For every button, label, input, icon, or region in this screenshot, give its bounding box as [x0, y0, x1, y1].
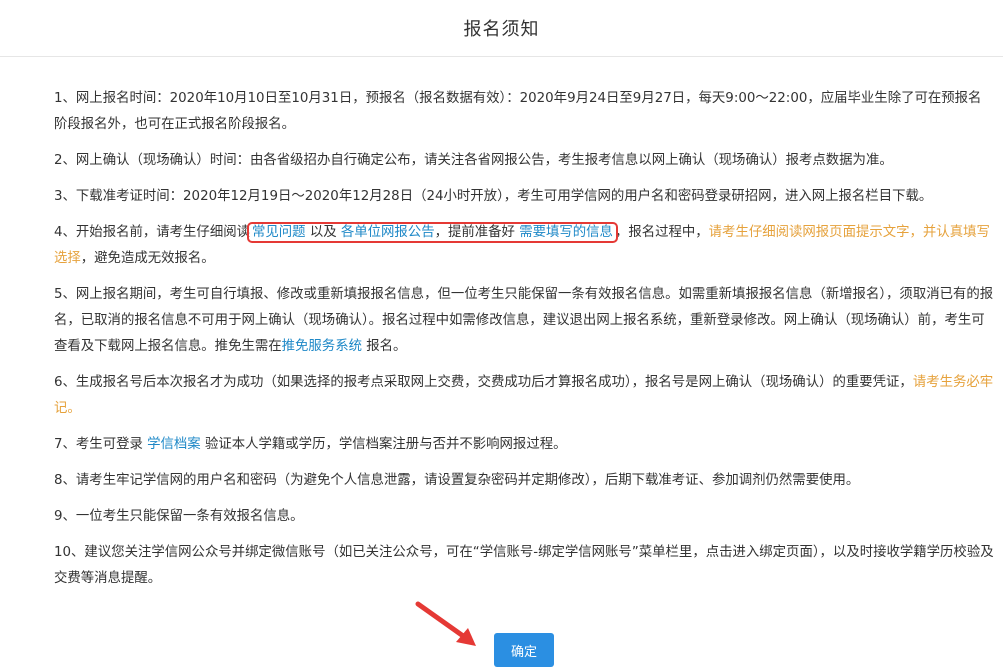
notice-item-6: 6、生成报名号后本次报名才为成功（如果选择的报考点采取网上交费，交费成功后才算报…: [54, 370, 994, 422]
item-7-suffix: 验证本人学籍或学历，学信档案注册与否并不影响网报过程。: [200, 437, 567, 452]
item-4-after: ，报名过程中，: [614, 225, 709, 240]
notice-item-4: 4、开始报名前，请考生仔细阅读 常见问题 以及 各单位网报公告，提前准备好 需要填…: [54, 220, 994, 272]
notice-item-1: 1、网上报名时间：2020年10月10日至10月31日，预报名（报名数据有效）：…: [54, 91, 982, 132]
page-title: 报名须知: [463, 19, 540, 40]
item-4-suffix: ，避免造成无效报名。: [80, 251, 215, 266]
notice-item-9: 9、一位考生只能保留一条有效报名信息。: [54, 509, 304, 524]
item-6-text: 6、生成报名号后本次报名才为成功（如果选择的报考点采取网上交费，交费成功后才算报…: [54, 375, 913, 390]
notice-item-5: 5、网上报名期间，考生可自行填报、修改或重新填报报名信息，但一位考生只能保留一条…: [54, 282, 994, 360]
required-info-link[interactable]: 需要填写的信息: [519, 225, 613, 240]
recommend-system-link[interactable]: 推免服务系统: [282, 339, 362, 354]
item-7-prefix: 7、考生可登录: [54, 437, 148, 452]
highlight-box: 常见问题 以及 各单位网报公告，提前准备好 需要填写的信息: [247, 222, 618, 243]
unit-notice-link[interactable]: 各单位网报公告: [341, 225, 435, 240]
notice-content: 1、网上报名时间：2020年10月10日至10月31日，预报名（报名数据有效）：…: [54, 86, 994, 602]
item-5-suffix: 报名。: [361, 339, 407, 354]
notice-item-3: 3、下载准考证时间：2020年12月19日～2020年12月28日（24小时开放…: [54, 189, 933, 204]
confirm-button[interactable]: 确定: [494, 633, 554, 667]
xuexin-archive-link[interactable]: 学信档案: [147, 437, 201, 452]
notice-item-7: 7、考生可登录 学信档案 验证本人学籍或学历，学信档案注册与否并不影响网报过程。: [54, 432, 994, 458]
item-4-and: 以及: [305, 225, 341, 240]
item-5-text: 5、网上报名期间，考生可自行填报、修改或重新填报报名信息，但一位考生只能保留一条…: [54, 287, 994, 354]
page-header: 报名须知: [0, 0, 1003, 57]
item-4-prefix: 4、开始报名前，请考生仔细阅读: [54, 225, 250, 240]
item-4-mid: ，提前准备好: [434, 225, 520, 240]
notice-item-2: 2、网上确认（现场确认）时间：由各省级招办自行确定公布，请关注各省网报公告，考生…: [54, 153, 893, 168]
red-arrow-icon: [415, 601, 476, 646]
faq-link[interactable]: 常见问题: [252, 225, 306, 240]
notice-item-8: 8、请考生牢记学信网的用户名和密码（为避免个人信息泄露，请设置复杂密码并定期修改…: [54, 473, 860, 488]
notice-item-10: 10、建议您关注学信网公众号并绑定微信账号（如已关注公众号，可在“学信账号-绑定…: [54, 545, 994, 586]
